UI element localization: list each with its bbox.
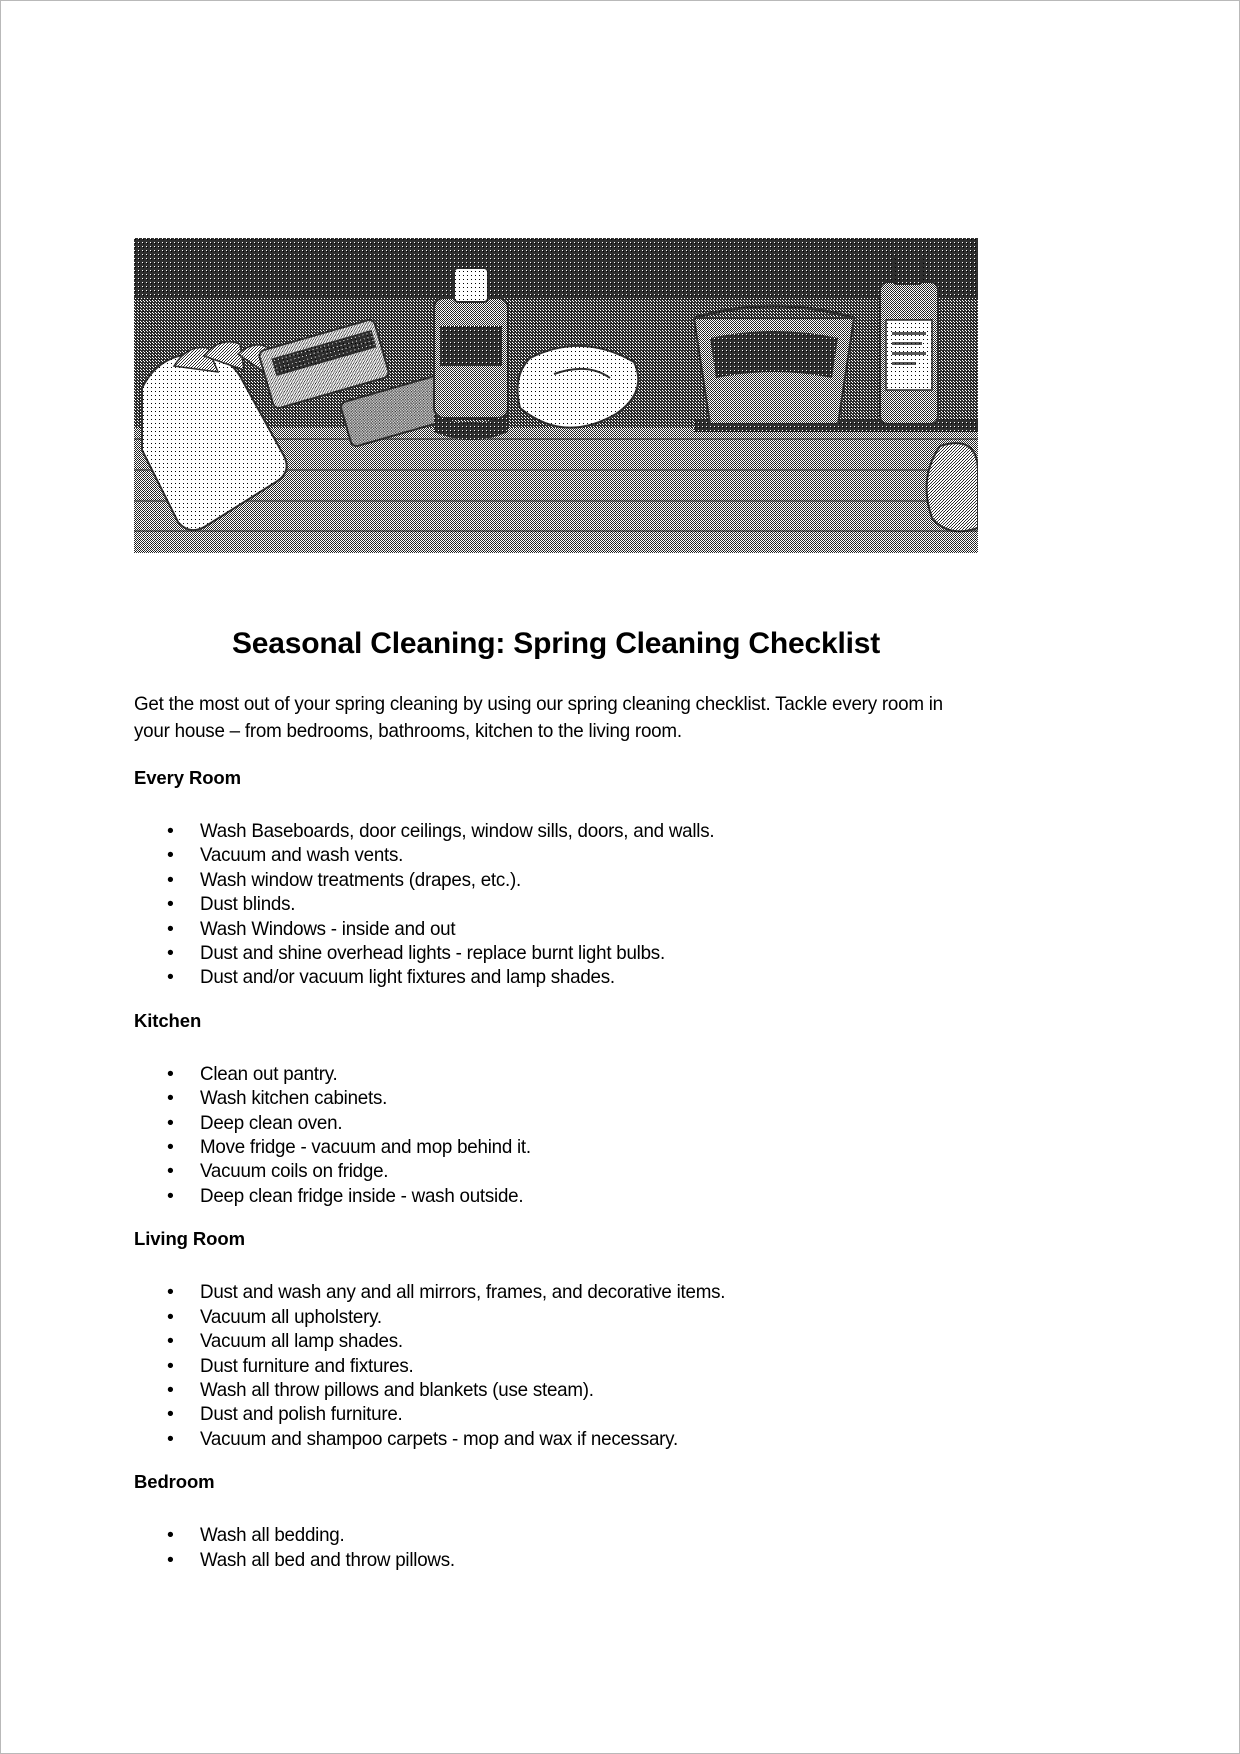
bullet-icon: • bbox=[167, 1403, 174, 1426]
list-item: • Dust and wash any and all mirrors, fram… bbox=[134, 1280, 986, 1304]
list-item: • Wash Baseboards, door ceilings, window … bbox=[134, 819, 986, 843]
list-item: • Wash window treatments (drapes, etc.). bbox=[134, 868, 986, 892]
list-item-label: Wash all bed and throw pillows. bbox=[200, 1548, 455, 1571]
list-item-label: Dust blinds. bbox=[200, 893, 296, 916]
section-kitchen: Kitchen • Clean out pantry. • Wash kitchen… bbox=[134, 1010, 986, 1208]
list-item-label: Dust and wash any and all mirrors, frame… bbox=[200, 1281, 726, 1304]
intro-paragraph: Get the most out of your spring cleaning… bbox=[134, 693, 943, 742]
list-item: • Vacuum all upholstery. bbox=[134, 1305, 986, 1329]
list-item-label: Wash kitchen cabinets. bbox=[200, 1087, 388, 1110]
list-item-label: Vacuum and shampoo carpets - mop and wax… bbox=[200, 1427, 678, 1450]
list-item-label: Vacuum coils on fridge. bbox=[200, 1160, 389, 1183]
list-item-label: Wash Windows - inside and out bbox=[200, 917, 456, 940]
list-item: • Vacuum coils on fridge. bbox=[134, 1159, 986, 1183]
bullet-icon: • bbox=[167, 1160, 174, 1183]
list-item: • Vacuum and wash vents. bbox=[134, 843, 986, 867]
list-item-label: Dust furniture and fixtures. bbox=[200, 1354, 414, 1377]
list-item: • Dust and polish furniture. bbox=[134, 1402, 986, 1426]
section-heading: Living Room bbox=[134, 1228, 245, 1250]
brand-logo: merry maids merry maids ® bbox=[1, 129, 1239, 197]
list-item: • Dust furniture and fixtures. bbox=[134, 1354, 986, 1378]
list-item: • Wash kitchen cabinets. bbox=[134, 1086, 986, 1110]
page-title: Seasonal Cleaning: Spring Cleaning Check… bbox=[231, 627, 880, 660]
bullet-icon: • bbox=[167, 1378, 174, 1401]
list-item: • Wash all throw pillows and blankets (us… bbox=[134, 1378, 986, 1402]
bullet-icon: • bbox=[167, 1305, 174, 1328]
list-item-label: Wash all throw pillows and blankets (use… bbox=[200, 1378, 594, 1401]
list-item: • Wash Windows - inside and out bbox=[134, 917, 986, 941]
merry-maids-wordmark: merry maids merry maids ® bbox=[333, 129, 797, 197]
list-item-label: Vacuum and wash vents. bbox=[200, 844, 404, 867]
document-page: merry maids merry maids ® Seasonal Clean… bbox=[0, 0, 1240, 1754]
list-item-label: Wash all bedding. bbox=[200, 1524, 345, 1547]
section-heading: Kitchen bbox=[134, 1009, 202, 1031]
bullet-icon: • bbox=[167, 868, 174, 891]
list-item: • Wash all bedding. bbox=[134, 1523, 986, 1547]
list-item-label: Move fridge - vacuum and mop behind it. bbox=[200, 1136, 531, 1159]
bullet-icon: • bbox=[167, 820, 174, 842]
bullet-icon: • bbox=[167, 966, 174, 989]
list-item: • Vacuum all lamp shades. bbox=[134, 1329, 986, 1353]
section-heading: Every Room bbox=[134, 767, 241, 788]
page-content-area: merry maids merry maids ® Seasonal Clean… bbox=[1, 1, 1239, 1753]
bullet-icon: • bbox=[167, 1281, 174, 1304]
list-item-label: Vacuum all upholstery. bbox=[200, 1305, 382, 1328]
list-item: • Move fridge - vacuum and mop behind it. bbox=[134, 1135, 986, 1159]
list-item-label: Wash Baseboards, door ceilings, window s… bbox=[200, 820, 715, 842]
bullet-icon: • bbox=[167, 1354, 174, 1377]
bullet-icon: • bbox=[167, 1330, 174, 1353]
list-item: • Dust and/or vacuum light fixtures and l… bbox=[134, 965, 986, 989]
section-living-room: Living Room • Dust and wash any and all m… bbox=[134, 1228, 986, 1451]
bullet-icon: • bbox=[167, 1427, 174, 1450]
checklist-every-room: • Wash Baseboards, door ceilings, window … bbox=[134, 819, 986, 990]
registered-trademark-icon: ® bbox=[795, 174, 811, 192]
bullet-icon: • bbox=[167, 1062, 174, 1085]
bullet-icon: • bbox=[167, 1111, 174, 1134]
list-item: • Dust blinds. bbox=[134, 892, 986, 916]
checklist-bedroom: • Wash all bedding. • Wash all bed and thr… bbox=[134, 1523, 986, 1572]
section-every-room: Every Room • Wash Baseboards, door ceilin… bbox=[134, 767, 986, 990]
list-item: • Vacuum and shampoo carpets - mop and wa… bbox=[134, 1427, 986, 1451]
bullet-icon: • bbox=[167, 1184, 174, 1207]
list-item: • Dust and shine overhead lights - replac… bbox=[134, 941, 986, 965]
list-item-label: Vacuum all lamp shades. bbox=[200, 1330, 403, 1353]
list-item-label: Dust and shine overhead lights - replace… bbox=[200, 942, 665, 965]
bullet-icon: • bbox=[167, 1524, 174, 1547]
list-item-label: Dust and/or vacuum light fixtures and la… bbox=[200, 966, 615, 989]
bullet-icon: • bbox=[167, 917, 174, 940]
bullet-icon: • bbox=[167, 893, 174, 916]
bullet-icon: • bbox=[167, 844, 174, 867]
section-bedroom: Bedroom • Wash all bedding. • Wash all bed… bbox=[134, 1471, 986, 1572]
list-item-label: Deep clean oven. bbox=[200, 1111, 343, 1134]
checklist-content: Get the most out of your spring cleaning… bbox=[134, 691, 986, 1572]
list-item-label: Deep clean fridge inside - wash outside. bbox=[200, 1184, 524, 1207]
section-heading: Bedroom bbox=[134, 1471, 215, 1493]
bullet-icon: • bbox=[167, 1087, 174, 1110]
bullet-icon: • bbox=[167, 942, 174, 965]
list-item: • Clean out pantry. bbox=[134, 1062, 986, 1086]
list-item-label: Clean out pantry. bbox=[200, 1062, 338, 1085]
cleaning-supplies-photo bbox=[134, 238, 978, 553]
checklist-living-room: • Dust and wash any and all mirrors, fram… bbox=[134, 1280, 986, 1451]
list-item-label: Wash window treatments (drapes, etc.). bbox=[200, 868, 521, 891]
list-item: • Deep clean fridge inside - wash outside… bbox=[134, 1184, 986, 1208]
bullet-icon: • bbox=[167, 1136, 174, 1159]
list-item-label: Dust and polish furniture. bbox=[200, 1403, 403, 1426]
list-item: • Wash all bed and throw pillows. bbox=[134, 1548, 986, 1572]
merry-maids-wordmark-text: merry maids bbox=[333, 123, 797, 202]
list-item: • Deep clean oven. bbox=[134, 1111, 986, 1135]
checklist-kitchen: • Clean out pantry. • Wash kitchen cabinet… bbox=[134, 1062, 986, 1208]
bullet-icon: • bbox=[167, 1548, 174, 1571]
